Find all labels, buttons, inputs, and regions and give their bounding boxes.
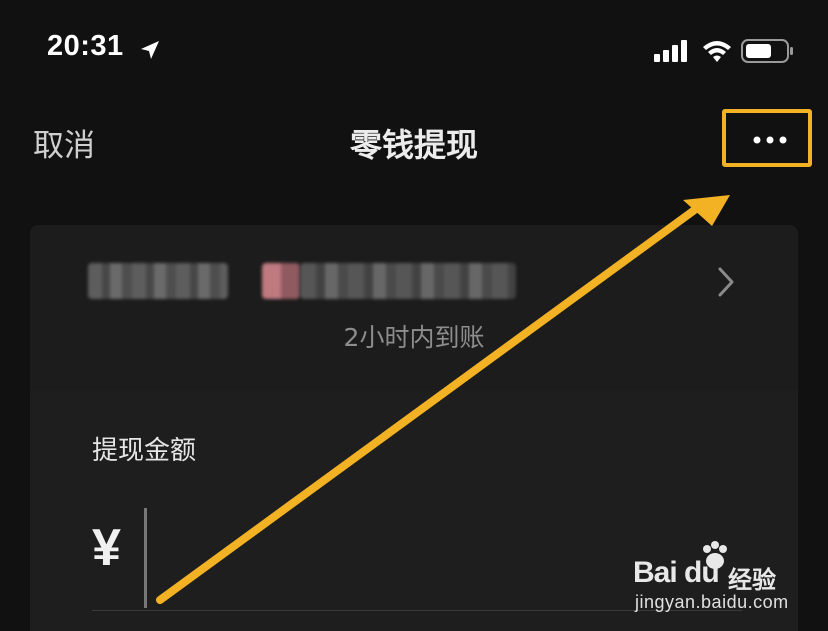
status-bar: 20:31	[0, 0, 828, 100]
blurred-bank-logo	[262, 263, 300, 299]
location-arrow-icon	[141, 41, 159, 59]
amount-label: 提现金额	[92, 436, 197, 466]
currency-symbol: ¥	[92, 519, 121, 577]
bank-card-selector[interactable]	[30, 225, 798, 390]
status-time: 20:31	[47, 30, 124, 62]
text-cursor	[144, 508, 147, 608]
page-title: 零钱提现	[349, 126, 478, 164]
cellular-signal-icon	[654, 40, 687, 62]
blurred-card-number	[300, 263, 516, 299]
more-button[interactable]	[725, 112, 813, 168]
watermark-brand: Bai du	[633, 556, 720, 589]
more-dots-icon	[753, 136, 787, 144]
chevron-right-icon	[718, 267, 734, 297]
arrival-time-text: 2小时内到账	[343, 323, 485, 352]
blurred-bank-name	[88, 263, 228, 299]
watermark-brand-cn: 经验	[728, 566, 776, 594]
battery-icon	[741, 39, 793, 63]
wifi-icon	[703, 41, 731, 62]
watermark-url: jingyan.baidu.com	[635, 592, 789, 612]
